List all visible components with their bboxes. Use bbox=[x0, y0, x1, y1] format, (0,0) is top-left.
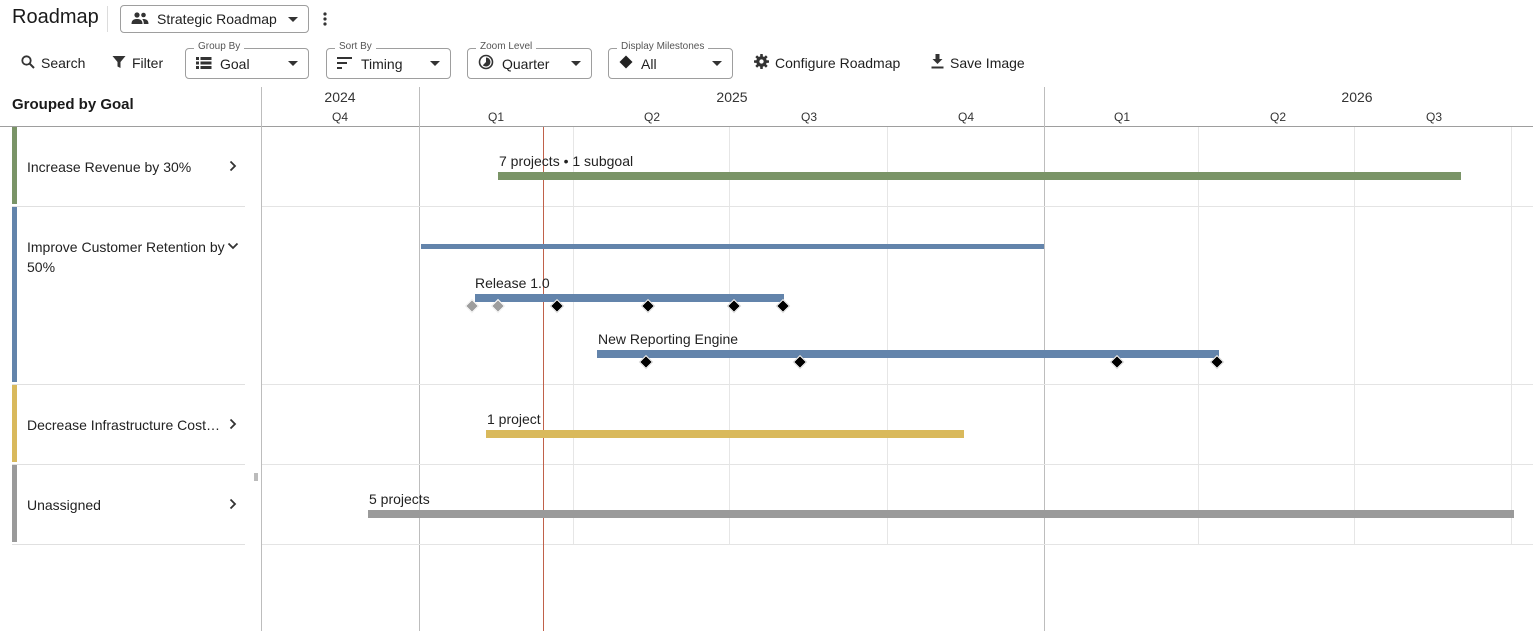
grid-line bbox=[887, 127, 888, 545]
bar-label: 1 project bbox=[487, 411, 541, 427]
group-label: Unassigned bbox=[27, 497, 101, 513]
group-label: Decrease Infrastructure Costs by 20% bbox=[27, 417, 223, 433]
quarter-label: Q3 bbox=[800, 110, 818, 124]
row-divider bbox=[262, 464, 1533, 465]
bar-label: 7 projects • 1 subgoal bbox=[499, 153, 634, 169]
roadmap-bar-decrease-costs[interactable] bbox=[486, 430, 964, 438]
display-milestones-select[interactable]: Display Milestones All bbox=[608, 40, 733, 79]
group-by-legend: Group By bbox=[194, 40, 245, 54]
roadmap-bar-new-reporting-engine[interactable] bbox=[597, 350, 1219, 358]
quarter-label: Q2 bbox=[1269, 110, 1287, 124]
download-icon bbox=[931, 54, 950, 72]
group-row-improve-retention[interactable]: Improve Customer Retention by 50% bbox=[12, 207, 245, 385]
panel-resize-handle[interactable] bbox=[254, 468, 260, 481]
group-by-select[interactable]: Group By Goal bbox=[185, 40, 309, 79]
display-milestones-legend: Display Milestones bbox=[617, 40, 709, 54]
search-icon bbox=[21, 54, 41, 72]
roadmap-bar-improve-retention[interactable] bbox=[421, 244, 1044, 249]
people-icon bbox=[131, 11, 149, 28]
chevron-down-icon bbox=[288, 16, 298, 22]
chevron-down-icon[interactable] bbox=[225, 238, 241, 254]
group-heading: Grouped by Goal bbox=[12, 96, 134, 113]
chevron-down-icon bbox=[288, 61, 298, 66]
year-boundary-line bbox=[419, 87, 420, 631]
sort-by-select[interactable]: Sort By Timing bbox=[326, 40, 451, 79]
more-options-icon[interactable] bbox=[315, 8, 335, 30]
roadmap-selector[interactable]: Strategic Roadmap bbox=[120, 5, 309, 33]
title-divider bbox=[107, 6, 108, 32]
group-color-bar bbox=[12, 207, 17, 382]
roadmap-bar-release-1-0[interactable] bbox=[475, 294, 784, 302]
year-label: 2026 bbox=[1341, 89, 1373, 105]
gear-icon bbox=[754, 54, 775, 72]
configure-roadmap-label: Configure Roadmap bbox=[775, 55, 901, 71]
list-icon bbox=[196, 56, 212, 72]
zoom-level-legend: Zoom Level bbox=[476, 40, 537, 54]
quarter-label: Q1 bbox=[487, 110, 505, 124]
bar-label: Release 1.0 bbox=[475, 275, 550, 291]
group-label: Increase Revenue by 30% bbox=[27, 159, 192, 175]
sort-by-legend: Sort By bbox=[335, 40, 376, 54]
grid-line bbox=[1354, 127, 1355, 545]
chevron-right-icon[interactable] bbox=[225, 416, 241, 432]
quarter-label: Q1 bbox=[1113, 110, 1131, 124]
search-button-label: Search bbox=[41, 55, 86, 71]
chevron-right-icon[interactable] bbox=[225, 496, 241, 512]
bar-label: 5 projects bbox=[369, 491, 430, 507]
zoom-level-select[interactable]: Zoom Level Quarter bbox=[467, 40, 592, 79]
filter-button[interactable]: Filter bbox=[112, 48, 163, 78]
group-color-bar bbox=[12, 465, 17, 542]
roadmap-bar-unassigned[interactable] bbox=[368, 510, 1514, 518]
display-milestones-value: All bbox=[641, 55, 657, 72]
year-label: 2024 bbox=[324, 89, 356, 105]
page-title: Roadmap bbox=[12, 6, 99, 28]
roadmap-bar-increase-revenue[interactable] bbox=[498, 172, 1461, 180]
year-label: 2025 bbox=[716, 89, 748, 105]
chevron-down-icon bbox=[712, 61, 722, 66]
filter-icon bbox=[112, 55, 132, 72]
grid-line bbox=[1511, 127, 1512, 545]
quarter-label: Q4 bbox=[331, 110, 349, 124]
today-line bbox=[543, 127, 544, 631]
quarter-label: Q3 bbox=[1425, 110, 1443, 124]
save-image-label: Save Image bbox=[950, 55, 1025, 71]
save-image-button[interactable]: Save Image bbox=[931, 48, 1025, 78]
year-boundary-line bbox=[1044, 87, 1045, 631]
quarter-label: Q2 bbox=[643, 110, 661, 124]
quarter-label: Q4 bbox=[957, 110, 975, 124]
zoom-level-value: Quarter bbox=[502, 55, 550, 72]
roadmap-selector-label: Strategic Roadmap bbox=[157, 11, 277, 27]
group-row-increase-revenue[interactable]: Increase Revenue by 30% bbox=[12, 127, 245, 207]
chevron-down-icon bbox=[571, 61, 581, 66]
chevron-down-icon bbox=[430, 61, 440, 66]
sort-by-value: Timing bbox=[361, 55, 403, 72]
group-row-unassigned[interactable]: Unassigned bbox=[12, 465, 245, 545]
search-button[interactable]: Search bbox=[21, 48, 85, 78]
filter-button-label: Filter bbox=[132, 55, 164, 71]
configure-roadmap-button[interactable]: Configure Roadmap bbox=[754, 48, 900, 78]
sort-icon bbox=[337, 56, 353, 72]
group-by-value: Goal bbox=[220, 55, 250, 72]
bar-label: New Reporting Engine bbox=[598, 331, 739, 347]
row-divider bbox=[262, 206, 1533, 207]
chevron-right-icon[interactable] bbox=[225, 158, 241, 174]
grid-line bbox=[573, 127, 574, 545]
group-color-bar bbox=[12, 127, 17, 204]
row-divider bbox=[262, 384, 1533, 385]
row-divider bbox=[262, 544, 1533, 545]
panel-divider bbox=[261, 87, 262, 631]
group-row-decrease-costs[interactable]: Decrease Infrastructure Costs by 20% bbox=[12, 385, 245, 465]
diamond-icon bbox=[619, 55, 633, 72]
grid-line bbox=[1198, 127, 1199, 545]
timelapse-icon bbox=[478, 54, 494, 73]
group-color-bar bbox=[12, 385, 17, 462]
group-label: Improve Customer Retention by 50% bbox=[27, 239, 225, 275]
